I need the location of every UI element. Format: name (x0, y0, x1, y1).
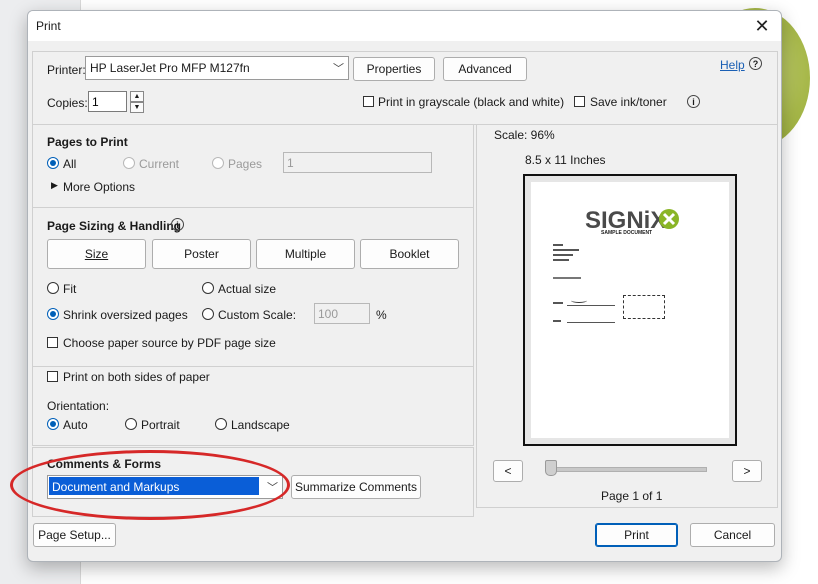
orientation-auto-label: Auto (63, 418, 88, 432)
paper-source-checkbox[interactable] (47, 337, 58, 348)
printer-select[interactable]: HP LaserJet Pro MFP M127fn ﹀ (85, 56, 349, 80)
page-sizing-section: Page Sizing & Handling i Size Poster Mul… (32, 207, 474, 367)
orientation-landscape-label: Landscape (231, 418, 290, 432)
copies-label: Copies: (47, 96, 88, 110)
preview-line (553, 277, 581, 279)
print-button[interactable]: Print (595, 523, 678, 547)
pages-all-label: All (63, 157, 77, 171)
help-icon[interactable]: ? (749, 57, 762, 70)
grayscale-label: Print in grayscale (black and white) (378, 95, 565, 109)
duplex-orientation-section: Print on both sides of paper Orientation… (32, 366, 474, 446)
more-options-toggle-icon[interactable]: ▶ (51, 180, 58, 191)
save-ink-info-icon[interactable]: i (687, 95, 700, 108)
page-slider-track[interactable] (549, 467, 707, 472)
preview-page: SIGNiX SAMPLE DOCUMENT (531, 182, 729, 438)
page-preview: SIGNiX SAMPLE DOCUMENT (523, 174, 737, 446)
paper-source-label: Choose paper source by PDF page size (63, 336, 276, 350)
size-tab-button[interactable]: Size (47, 239, 146, 269)
close-icon[interactable]: ✕ (749, 13, 775, 39)
comments-forms-heading: Comments & Forms (47, 457, 162, 471)
actual-size-radio[interactable] (202, 282, 214, 294)
cancel-button[interactable]: Cancel (690, 523, 775, 547)
orientation-auto-radio[interactable] (47, 418, 59, 430)
both-sides-label: Print on both sides of paper (63, 370, 210, 384)
printer-section: Printer: HP LaserJet Pro MFP M127fn ﹀ Pr… (32, 51, 778, 125)
fit-label: Fit (63, 282, 77, 296)
stepper-up-icon[interactable]: ▲ (130, 91, 144, 102)
fit-radio[interactable] (47, 282, 59, 294)
pages-to-print-heading: Pages to Print (47, 135, 128, 149)
title-bar: Print ✕ (28, 11, 781, 41)
more-options-label[interactable]: More Options (63, 180, 135, 194)
orientation-label: Orientation: (47, 399, 110, 413)
preview-signature-area (553, 297, 623, 327)
summarize-comments-button[interactable]: Summarize Comments (291, 475, 421, 499)
orientation-portrait-label: Portrait (141, 418, 180, 432)
page-slider-thumb[interactable] (545, 460, 557, 476)
pages-range-label: Pages (228, 157, 263, 171)
save-ink-label: Save ink/toner (590, 95, 667, 109)
pages-range-input[interactable] (283, 152, 432, 173)
multiple-tab-button[interactable]: Multiple (256, 239, 355, 269)
custom-scale-radio[interactable] (202, 308, 214, 320)
pages-all-radio[interactable] (47, 157, 59, 169)
paper-size-label: 8.5 x 11 Inches (525, 153, 606, 167)
previous-page-button[interactable]: < (493, 460, 523, 482)
both-sides-checkbox[interactable] (47, 371, 58, 382)
shrink-oversized-label: Shrink oversized pages (63, 308, 188, 322)
chevron-down-icon: ﹀ (333, 63, 344, 75)
booklet-tab-button[interactable]: Booklet (360, 239, 459, 269)
doc-subtitle: SAMPLE DOCUMENT (601, 230, 653, 236)
printer-value: HP LaserJet Pro MFP M127fn (90, 61, 250, 75)
pages-to-print-section: Pages to Print All Current Pages ▶ More … (32, 124, 474, 208)
shrink-oversized-radio[interactable] (47, 308, 59, 320)
comments-forms-select[interactable]: Document and Markups ﹀ (47, 475, 283, 499)
comments-forms-value: Document and Markups (52, 480, 180, 494)
copies-input[interactable] (88, 91, 127, 112)
advanced-button[interactable]: Advanced (443, 57, 527, 81)
custom-scale-label: Custom Scale: (218, 308, 297, 322)
printer-label: Printer: (47, 63, 86, 77)
orientation-portrait-radio[interactable] (125, 418, 137, 430)
page-setup-button[interactable]: Page Setup... (33, 523, 116, 547)
page-sizing-info-icon[interactable]: i (171, 218, 184, 231)
custom-scale-input[interactable] (314, 303, 370, 324)
grayscale-checkbox[interactable] (363, 96, 374, 107)
preview-text-lines (553, 244, 583, 268)
comments-forms-section: Comments & Forms Document and Markups ﹀ … (32, 447, 474, 517)
orientation-landscape-radio[interactable] (215, 418, 227, 430)
page-indicator: Page 1 of 1 (601, 489, 663, 503)
percent-label: % (376, 308, 387, 322)
stepper-down-icon[interactable]: ▼ (130, 102, 144, 113)
pages-current-label: Current (139, 157, 180, 171)
page-sizing-heading: Page Sizing & Handling (47, 219, 182, 233)
poster-tab-button[interactable]: Poster (152, 239, 251, 269)
copies-stepper[interactable]: ▲ ▼ (130, 91, 144, 113)
save-ink-checkbox[interactable] (574, 96, 585, 107)
pages-current-radio[interactable] (123, 157, 135, 169)
properties-button[interactable]: Properties (353, 57, 435, 81)
pages-range-radio[interactable] (212, 157, 224, 169)
preview-stamp-box (623, 295, 665, 319)
help-link[interactable]: Help (720, 58, 745, 72)
dialog-title: Print (36, 19, 61, 33)
actual-size-label: Actual size (218, 282, 277, 296)
scale-readout: Scale: 96% (494, 128, 555, 142)
print-dialog: Print ✕ Printer: HP LaserJet Pro MFP M12… (27, 10, 782, 562)
chevron-down-icon: ﹀ (267, 482, 278, 494)
next-page-button[interactable]: > (732, 460, 762, 482)
